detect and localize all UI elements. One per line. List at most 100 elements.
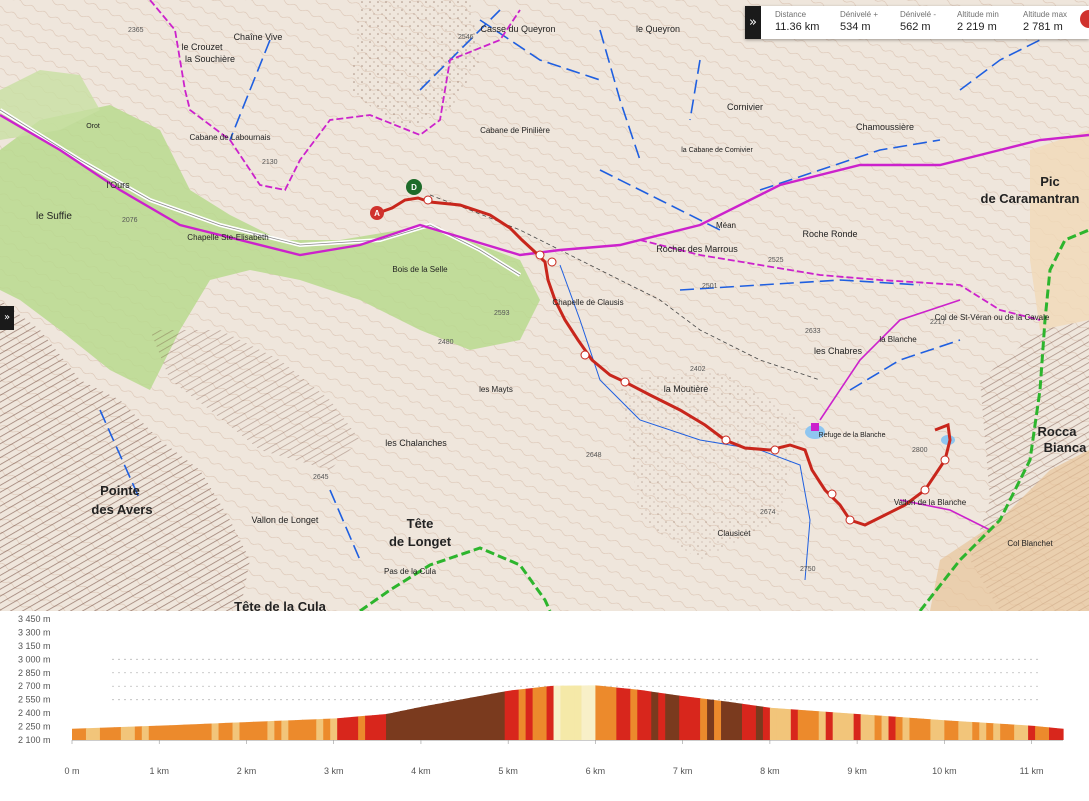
place-label: Bianca xyxy=(1044,440,1087,455)
stat-value: 562 m xyxy=(900,21,931,33)
profile-segment xyxy=(616,687,624,740)
y-tick-label: 2 400 m xyxy=(18,708,51,718)
profile-segment xyxy=(288,720,296,740)
profile-segment xyxy=(755,705,764,740)
profile-segment xyxy=(511,689,520,740)
y-tick-label: 3 450 m xyxy=(18,614,51,624)
profile-segment xyxy=(665,693,673,740)
collapse-stats-button[interactable]: » xyxy=(745,6,761,39)
elevation-profile-chart[interactable]: 3 450 m 3 300 m 3 150 m 3 000 m 2 850 m 2 700… xyxy=(0,611,1089,801)
place-label: Chapelle Ste-Elisabeth xyxy=(187,233,268,242)
profile-segment xyxy=(595,685,603,740)
profile-segment xyxy=(406,708,415,740)
profile-segment xyxy=(881,715,890,740)
place-label: Col Blanchet xyxy=(1007,539,1053,548)
profile-segment xyxy=(714,699,722,740)
profile-segment xyxy=(274,720,282,740)
place-label: les Chalanches xyxy=(385,438,447,448)
profile-segment xyxy=(644,690,652,740)
profile-segment xyxy=(902,717,911,740)
profile-segment xyxy=(141,726,150,740)
place-label: Méan xyxy=(716,221,736,230)
profile-segment xyxy=(497,691,506,740)
map-canvas[interactable]: D A Chaîne Vive la Souchière Casse du Quey… xyxy=(0,0,1089,611)
profile-segment xyxy=(1014,724,1022,740)
profile-segment xyxy=(106,727,115,740)
profile-segment xyxy=(783,708,792,740)
profile-segment xyxy=(734,702,743,740)
profile-segment xyxy=(365,715,373,740)
profile-segment xyxy=(602,686,610,740)
profile-segment xyxy=(155,725,164,740)
place-label: Cornivier xyxy=(727,102,763,112)
profile-segment xyxy=(630,688,638,740)
profile-segment xyxy=(281,720,289,740)
sidebar-toggle-button[interactable]: » xyxy=(0,306,14,330)
profile-segment xyxy=(741,703,750,740)
profile-segment xyxy=(183,724,192,740)
stat-label: Dénivelé + xyxy=(840,10,879,19)
elevation-label: 2480 xyxy=(438,339,454,346)
place-label: le Suffie xyxy=(36,211,72,222)
profile-segment xyxy=(609,686,617,740)
place-label: les Mayts xyxy=(479,385,513,394)
profile-segment xyxy=(323,718,331,740)
stat-altitude-min: Altitude min 2 219 m xyxy=(957,10,999,33)
elevation-profile[interactable]: 3 450 m 3 300 m 3 150 m 3 000 m 2 850 m 2 700… xyxy=(0,611,1089,801)
profile-segment xyxy=(567,685,576,740)
profile-segment xyxy=(246,721,255,740)
elevation-label: 2402 xyxy=(690,366,706,373)
place-label: de Caramantran xyxy=(981,191,1080,206)
place-label: Pas de la Cula xyxy=(384,567,437,576)
stat-label: Altitude max xyxy=(1023,10,1068,19)
profile-segment xyxy=(1028,725,1036,740)
profile-segment xyxy=(1056,728,1064,740)
profile-segment xyxy=(169,724,178,740)
profile-segment xyxy=(909,717,918,740)
start-marker[interactable]: D xyxy=(406,179,422,195)
elevation-label: 2217 xyxy=(930,319,946,326)
profile-segment xyxy=(518,688,527,740)
route-stats-bar: Distance 11.36 km Dénivelé + 534 m Déniv… xyxy=(745,6,1089,39)
profile-segment xyxy=(148,725,157,740)
profile-segment xyxy=(78,728,87,740)
profile-segment xyxy=(728,701,736,740)
stat-value: 2 219 m xyxy=(957,21,997,33)
place-label: le Queyron xyxy=(636,24,680,34)
profile-segment xyxy=(588,685,597,740)
profile-segment xyxy=(993,723,1001,740)
profile-segment xyxy=(197,723,206,740)
profile-segment xyxy=(504,690,513,740)
profile-segment xyxy=(693,697,701,740)
place-label: Vallon de la Blanche xyxy=(894,498,967,507)
profile-segment xyxy=(344,716,352,740)
profile-segment xyxy=(232,722,241,740)
profile-segment xyxy=(965,721,973,740)
elevation-label: 2593 xyxy=(494,310,510,317)
y-tick-label: 2 850 m xyxy=(18,668,51,678)
profile-segment xyxy=(553,685,562,740)
place-label: la Cabane de Cornivier xyxy=(681,147,753,154)
profile-segment xyxy=(769,707,778,740)
profile-segment xyxy=(351,716,359,740)
profile-segment xyxy=(434,702,443,740)
place-label: Casse du Queyron xyxy=(480,24,555,34)
profile-segment xyxy=(972,722,980,740)
profile-segment xyxy=(127,726,136,740)
profile-segment xyxy=(218,722,227,740)
elevation-label: 2130 xyxy=(262,159,278,166)
profile-segment xyxy=(483,693,492,740)
profile-segment xyxy=(176,724,185,740)
place-label: Clausicet xyxy=(718,529,752,538)
place-label: Rocca xyxy=(1037,424,1077,439)
profile-segment xyxy=(490,692,499,740)
profile-segment xyxy=(951,720,959,740)
profile-segment xyxy=(393,711,401,740)
topographic-map[interactable]: D A Chaîne Vive la Souchière Casse du Quey… xyxy=(0,0,1089,611)
refuge-icon[interactable] xyxy=(811,423,819,431)
x-tick-label: 7 km xyxy=(673,766,693,776)
arrival-marker[interactable]: A xyxy=(370,206,384,220)
profile-segment xyxy=(867,714,876,740)
profile-segment xyxy=(253,721,262,740)
stat-ascent: Dénivelé + 534 m xyxy=(840,10,878,33)
